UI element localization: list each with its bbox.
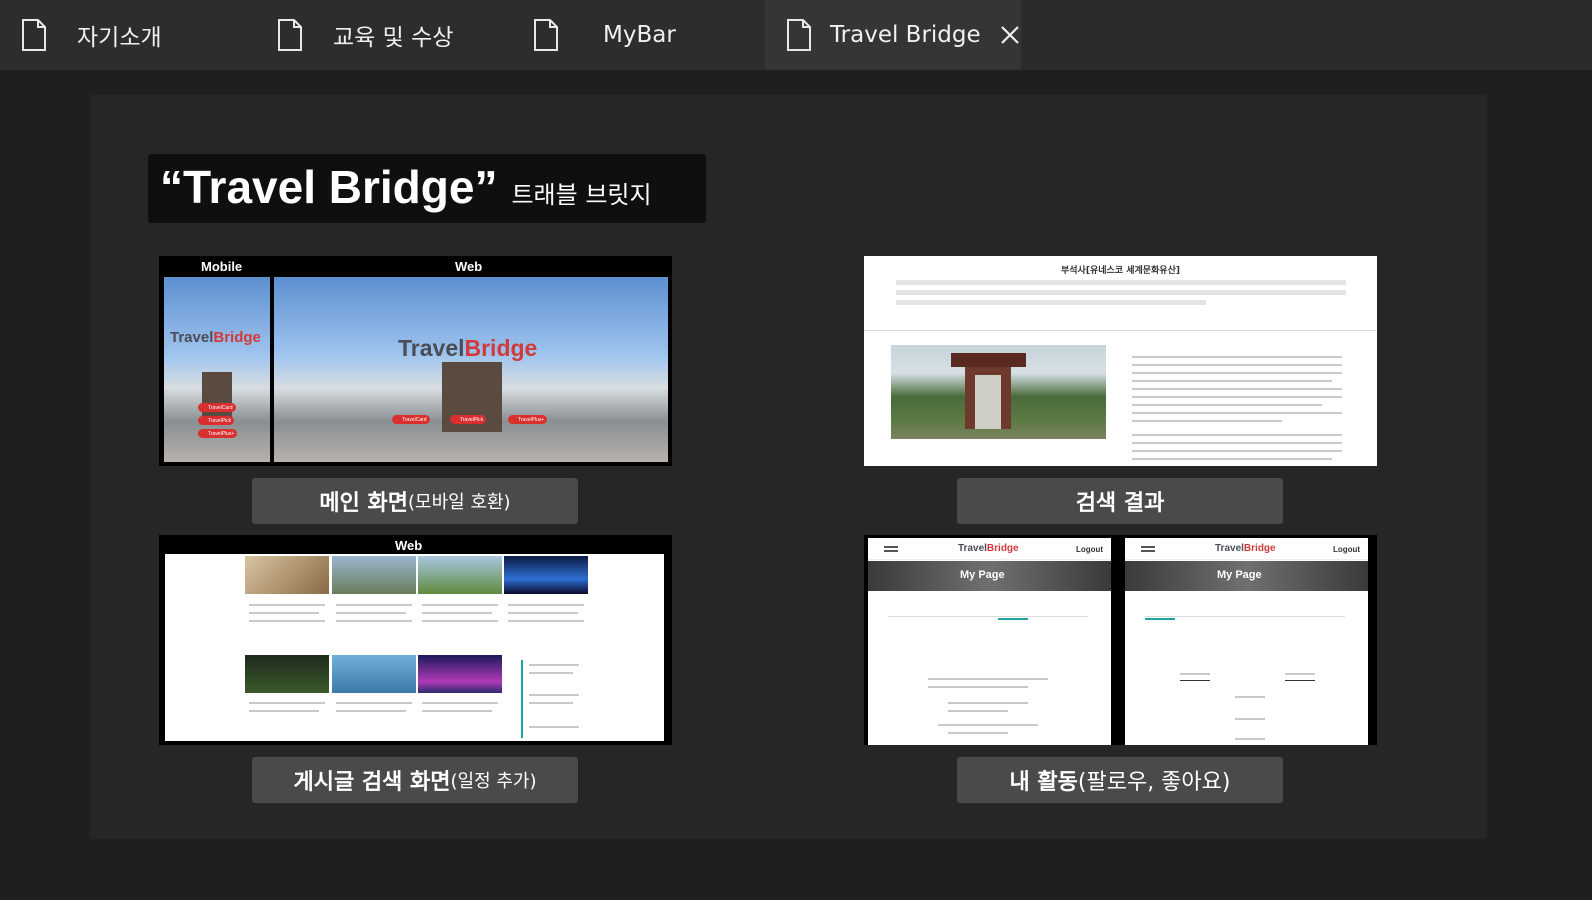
logo: TravelBridge — [170, 329, 261, 346]
logout-link[interactable]: Logout — [1333, 545, 1360, 554]
temple-photo — [891, 345, 1106, 439]
my-activity-caption: 내 활동 (팔로우, 좋아요) — [957, 757, 1283, 803]
my-activity-screenshot: TravelBridge Logout My Page TravelBridge… — [864, 535, 1377, 745]
my-page-title: My Page — [960, 569, 1005, 581]
document-icon — [278, 19, 302, 51]
board-search-caption: 게시글 검색 화면 (일정 추가) — [252, 757, 578, 803]
main-screen-caption: 메인 화면 (모바일 호환) — [252, 478, 578, 524]
my-page-follow-preview: TravelBridge Logout My Page — [1125, 538, 1368, 745]
app-logo: TravelBridge — [958, 543, 1019, 554]
my-page-likes-preview: TravelBridge Logout My Page — [868, 538, 1111, 745]
web-label: Web — [455, 259, 483, 274]
web-label: Web — [395, 538, 423, 553]
tab-label: 자기소개 — [77, 25, 162, 51]
board-preview — [165, 554, 664, 741]
logout-link[interactable]: Logout — [1076, 545, 1103, 554]
search-result-screenshot: 부석사[유네스코 세계문화유산] — [864, 256, 1377, 466]
tab-label: Travel Bridge — [830, 22, 981, 48]
tab-bar: 자기소개 교육 및 수상 MyBar Travel Bridge — [0, 0, 1592, 70]
title-subtitle: 트래블 브릿지 — [511, 181, 652, 209]
search-page-heading: 부석사[유네스코 세계문화유산] — [1060, 266, 1180, 276]
tab-label: MyBar — [603, 22, 676, 48]
logo: TravelBridge — [398, 335, 538, 361]
document-icon — [534, 19, 558, 51]
title-main: “Travel Bridge” — [160, 161, 498, 213]
app-logo: TravelBridge — [1215, 543, 1276, 554]
content-panel: “Travel Bridge” 트래블 브릿지 Mobile Web Trave… — [90, 95, 1487, 839]
tab-education[interactable]: 교육 및 수상 — [256, 0, 512, 70]
board-search-screenshot: Web — [159, 535, 672, 745]
tab-mybar[interactable]: MyBar — [512, 0, 765, 70]
my-page-title: My Page — [1217, 569, 1262, 581]
search-result-caption: 검색 결과 — [957, 478, 1283, 524]
document-icon — [787, 19, 811, 51]
web-preview: TravelBridge TravelCard TravelPick Trave… — [274, 277, 668, 462]
main-screen-screenshot: Mobile Web TravelBridge TravelCard Trave… — [159, 256, 672, 466]
page-title: “Travel Bridge” 트래블 브릿지 — [148, 154, 706, 223]
mobile-preview: TravelBridge TravelCard TravelPick Trave… — [164, 277, 270, 462]
document-icon — [22, 19, 46, 51]
mobile-label: Mobile — [201, 259, 243, 274]
tab-label: 교육 및 수상 — [333, 25, 454, 51]
close-icon[interactable] — [999, 24, 1021, 46]
tab-intro[interactable]: 자기소개 — [0, 0, 256, 70]
tab-travel-bridge[interactable]: Travel Bridge — [765, 0, 1021, 70]
